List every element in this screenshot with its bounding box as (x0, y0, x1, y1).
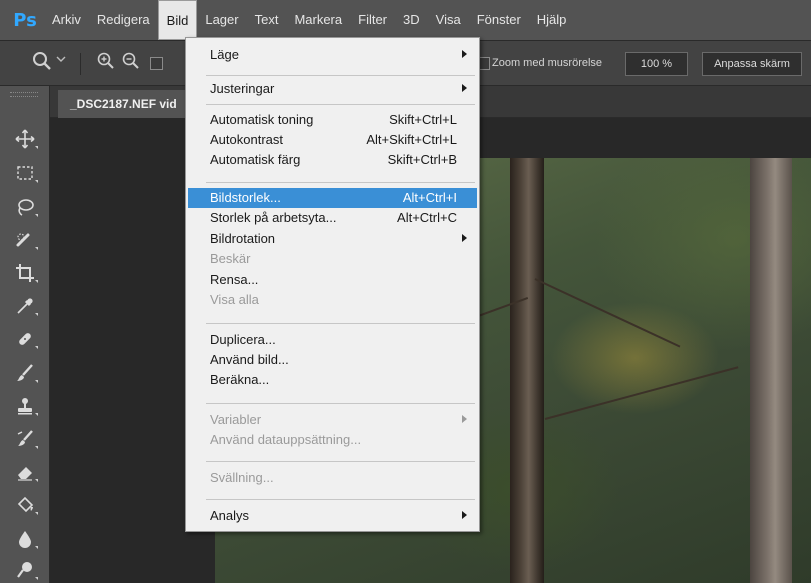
tree-trunk-right (750, 158, 792, 583)
menu-item-anvand-datauppsattning: Använd datauppsättning... (210, 432, 362, 447)
marquee-tool-icon[interactable] (10, 160, 40, 186)
menu-item-variabler: Variabler (188, 410, 477, 430)
menu-separator (206, 323, 475, 324)
submenu-arrow-icon (462, 84, 467, 92)
lasso-tool-icon[interactable] (10, 194, 40, 220)
menu-3d[interactable]: 3D (395, 0, 428, 40)
menu-hjalp[interactable]: Hjälp (529, 0, 575, 40)
eyedropper-tool-icon[interactable] (10, 293, 40, 319)
menu-item-svallning: Svällning... (210, 470, 274, 485)
menu-item-lage[interactable]: Läge (188, 45, 477, 65)
menu-item-bildrotation[interactable]: Bildrotation (188, 229, 477, 249)
menu-item-duplicera[interactable]: Duplicera... (188, 330, 477, 350)
submenu-arrow-icon (462, 234, 467, 242)
eraser-tool-icon[interactable] (10, 459, 40, 485)
zoom-tool-icon[interactable] (30, 49, 54, 78)
tool-panel (0, 86, 50, 583)
blur-tool-icon[interactable] (10, 526, 40, 552)
zoom-value-button[interactable]: 100 % (625, 52, 688, 76)
paint-bucket-tool-icon[interactable] (10, 492, 40, 518)
menu-separator (206, 75, 475, 76)
dodge-tool-icon[interactable] (10, 557, 40, 583)
divider (80, 53, 81, 75)
menu-text[interactable]: Text (247, 0, 287, 40)
zoom-drag-label: Zoom med musrörelse (492, 57, 603, 69)
bild-dropdown-menu: Läge Justeringar Automatisk toning Skift+… (185, 37, 480, 532)
branch (534, 278, 681, 348)
zoom-out-icon[interactable] (121, 51, 141, 76)
menu-lager[interactable]: Lager (197, 0, 246, 40)
menu-bild[interactable]: Bild (157, 0, 198, 40)
quick-select-tool-icon[interactable] (10, 227, 40, 253)
photoshop-logo: Ps (13, 9, 37, 31)
menu-separator (206, 403, 475, 404)
menu-separator (206, 104, 475, 105)
submenu-arrow-icon (462, 50, 467, 58)
menu-item-berakna[interactable]: Beräkna... (188, 370, 477, 390)
menu-item-analys[interactable]: Analys (188, 506, 477, 526)
menu-item-justeringar[interactable]: Justeringar (188, 79, 477, 99)
move-tool-icon[interactable] (10, 126, 40, 152)
menu-arkiv[interactable]: Arkiv (44, 0, 89, 40)
menu-item-rensa[interactable]: Rensa... (188, 270, 477, 290)
crop-tool-icon[interactable] (10, 260, 40, 286)
menu-item-automatisk-farg[interactable]: Automatisk färg Skift+Ctrl+B (188, 150, 477, 170)
healing-brush-tool-icon[interactable] (10, 326, 40, 352)
tree-trunk (510, 158, 544, 583)
menu-filter[interactable]: Filter (350, 0, 395, 40)
branch (544, 366, 739, 420)
submenu-arrow-icon (462, 415, 467, 423)
menu-item-bildstorlek[interactable]: Bildstorlek... Alt+Ctrl+I (188, 188, 477, 208)
menu-fonster[interactable]: Fönster (469, 0, 529, 40)
menu-item-beskar: Beskär (210, 251, 251, 266)
history-brush-tool-icon[interactable] (10, 426, 40, 452)
submenu-arrow-icon (462, 511, 467, 519)
menu-item-autokontrast[interactable]: Autokontrast Alt+Skift+Ctrl+L (188, 130, 477, 150)
resize-windows-checkbox[interactable] (150, 57, 163, 70)
menu-separator (206, 182, 475, 183)
brush-tool-icon[interactable] (10, 360, 40, 386)
menu-markera[interactable]: Markera (286, 0, 350, 40)
menu-item-anvand-bild[interactable]: Använd bild... (188, 350, 477, 370)
zoom-in-icon[interactable] (96, 51, 116, 76)
menu-redigera[interactable]: Redigera (89, 0, 158, 40)
clone-stamp-tool-icon[interactable] (10, 393, 40, 419)
chevron-down-icon[interactable] (56, 54, 66, 67)
menu-item-automatisk-toning[interactable]: Automatisk toning Skift+Ctrl+L (188, 110, 477, 130)
menu-separator (206, 461, 475, 462)
menu-separator (206, 499, 475, 500)
menu-visa[interactable]: Visa (428, 0, 469, 40)
menu-bar: Ps Arkiv Redigera Bild Lager Text Marker… (0, 0, 811, 40)
panel-grip[interactable] (10, 92, 38, 97)
menu-item-visa-alla: Visa alla (210, 292, 259, 307)
menu-item-storlek-arbetsyta[interactable]: Storlek på arbetsyta... Alt+Ctrl+C (188, 208, 477, 228)
fit-screen-button[interactable]: Anpassa skärm (702, 52, 802, 76)
